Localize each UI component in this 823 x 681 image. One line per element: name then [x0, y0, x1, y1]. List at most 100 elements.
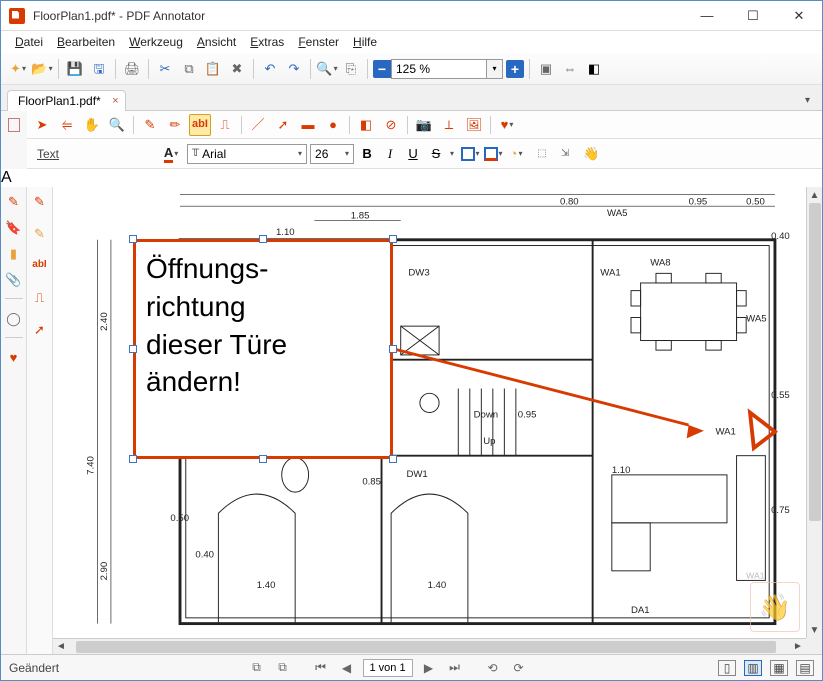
favorite-tool[interactable]: ♥▾ [496, 114, 518, 136]
selection-handle-se[interactable] [389, 455, 397, 463]
selection-handle-n[interactable] [259, 235, 267, 243]
selection-handle-e[interactable] [389, 345, 397, 353]
save-button[interactable]: 💾 [64, 58, 86, 80]
nav-back-button[interactable]: ⟲ [483, 659, 503, 677]
sidebar-page-icon[interactable]: ▮ [4, 243, 24, 263]
font-size-select[interactable]: 26 ▾ [310, 144, 354, 164]
scroll-up-arrow[interactable]: ▲ [808, 187, 822, 203]
selection-handle-sw[interactable] [129, 455, 137, 463]
save-as-button[interactable]: 🖫 [88, 58, 110, 80]
page-prev-button[interactable]: ◀ [337, 659, 357, 677]
stamp-tool[interactable]: ⎍ [214, 114, 236, 136]
menu-tool[interactable]: Werkzeug [123, 33, 189, 51]
fullscreen-button[interactable]: ◧ [583, 58, 605, 80]
close-button[interactable]: ✕ [776, 1, 822, 31]
zoom-tool[interactable]: 🔍 [106, 114, 128, 136]
scroll-left-arrow[interactable]: ◄ [53, 640, 69, 654]
selection-handle-s[interactable] [259, 455, 267, 463]
maximize-button[interactable]: ☐ [730, 1, 776, 31]
arrow-tool[interactable]: ➚ [272, 114, 294, 136]
page-icon[interactable] [4, 115, 24, 135]
fit-width-button[interactable]: ⇔ [559, 58, 581, 80]
font-name-select[interactable]: 𝕋 Arial ▾ [187, 144, 307, 164]
scroll-right-arrow[interactable]: ► [790, 640, 806, 654]
selection-handle-ne[interactable] [389, 235, 397, 243]
horizontal-scrollbar[interactable]: ◄ ► [53, 638, 806, 654]
marker-tool[interactable]: ✏ [164, 114, 186, 136]
print-button[interactable]: 🖨 [121, 58, 143, 80]
zoom-input[interactable] [391, 59, 487, 79]
view-continuous-button[interactable]: ▥ [744, 660, 762, 676]
menu-help[interactable]: Hilfe [347, 33, 383, 51]
page-thumb-next[interactable]: ⧉ [273, 659, 293, 677]
scroll-down-arrow[interactable]: ▼ [808, 622, 822, 638]
image-tool[interactable]: 🖼 [463, 114, 485, 136]
undo-button[interactable]: ↶ [259, 58, 281, 80]
document-canvas[interactable]: 1.85 1.10 0.80 0.95 0.50 0.40 2.40 7.40 … [53, 187, 806, 638]
crop-tool[interactable]: ⟂ [438, 114, 460, 136]
copy-button[interactable]: ⧉ [178, 58, 200, 80]
border-color-button[interactable]: ▾ [483, 144, 503, 164]
zoom-in-button[interactable]: + [506, 60, 524, 78]
font-color-button[interactable]: A▾ [161, 144, 181, 164]
tab-list-dropdown[interactable]: ▾ [799, 91, 816, 110]
text-annotation[interactable]: Öffnungs-richtungdieser Türeändern! [133, 239, 393, 459]
autosize-button[interactable]: ⇲ [555, 144, 575, 164]
sidebar-bookmark-icon[interactable]: 🔖 [4, 217, 24, 237]
selection-handle-w[interactable] [129, 345, 137, 353]
delete-button[interactable]: ✖ [226, 58, 248, 80]
underline-button[interactable]: U [403, 144, 423, 164]
fav-text[interactable]: abI [30, 255, 50, 275]
vertical-scroll-thumb[interactable] [809, 203, 821, 521]
ellipse-tool[interactable]: ● [322, 114, 344, 136]
view-two-page-button[interactable]: ▦ [770, 660, 788, 676]
rect-tool[interactable]: ▬ [297, 114, 319, 136]
menu-view[interactable]: Ansicht [191, 33, 242, 51]
pointer-tool[interactable]: ➤ [31, 114, 53, 136]
fit-page-button[interactable]: ▣ [535, 58, 557, 80]
page-thumb-prev[interactable]: ⧉ [247, 659, 267, 677]
align-dropdown[interactable]: ▾ [450, 149, 454, 158]
fav-stamp[interactable]: ⎍ [30, 287, 50, 307]
open-button[interactable]: 📂▾ [31, 58, 53, 80]
view-book-button[interactable]: ▤ [796, 660, 814, 676]
new-button[interactable]: ✦▾ [7, 58, 29, 80]
fill-color-button[interactable]: ▾ [460, 144, 480, 164]
hand-gesture-button[interactable]: 👋 [581, 144, 601, 164]
goto-button[interactable]: ⎘ [340, 58, 362, 80]
snapshot-tool[interactable]: 📷 [413, 114, 435, 136]
sidebar-heart-icon[interactable]: ♥ [4, 347, 24, 367]
whiteout-tool[interactable]: ⊘ [380, 114, 402, 136]
find-button[interactable]: 🔍▾ [316, 58, 338, 80]
fit-box-button[interactable]: ⬚ [532, 144, 552, 164]
bold-button[interactable]: B [357, 144, 377, 164]
italic-button[interactable]: I [380, 144, 400, 164]
opacity-button[interactable]: ◔▾ [506, 144, 526, 164]
menu-file[interactable]: Datei [9, 33, 49, 51]
page-next-button[interactable]: ▶ [419, 659, 439, 677]
eraser-tool[interactable]: ◧ [355, 114, 377, 136]
pan-tool[interactable]: ✋ [81, 114, 103, 136]
zoom-dropdown[interactable]: ▾ [487, 59, 503, 79]
paste-button[interactable]: 📋 [202, 58, 224, 80]
line-tool[interactable]: ／ [247, 114, 269, 136]
pen-tool[interactable]: ✎ [139, 114, 161, 136]
sidebar-circle-icon[interactable]: ◯ [4, 308, 24, 328]
horizontal-scroll-thumb[interactable] [76, 641, 775, 653]
menu-extras[interactable]: Extras [244, 33, 290, 51]
fav-marker[interactable]: ✎ [30, 223, 50, 243]
menu-edit[interactable]: Bearbeiten [51, 33, 121, 51]
tab-close-icon[interactable]: × [112, 95, 118, 107]
nav-forward-button[interactable]: ⟳ [509, 659, 529, 677]
cut-button[interactable]: ✂ [154, 58, 176, 80]
zoom-out-button[interactable]: − [373, 60, 391, 78]
document-tab[interactable]: FloorPlan1.pdf* × [7, 90, 126, 111]
sidebar-attach-icon[interactable]: 📎 [4, 269, 24, 289]
page-first-button[interactable]: ⏮ [311, 659, 331, 677]
redo-button[interactable]: ↷ [283, 58, 305, 80]
page-last-button[interactable]: ⏭ [445, 659, 465, 677]
minimize-button[interactable]: — [684, 1, 730, 31]
selection-handle-nw[interactable] [129, 235, 137, 243]
menu-window[interactable]: Fenster [292, 33, 345, 51]
sidebar-pen-icon[interactable]: ✎ [4, 191, 24, 211]
